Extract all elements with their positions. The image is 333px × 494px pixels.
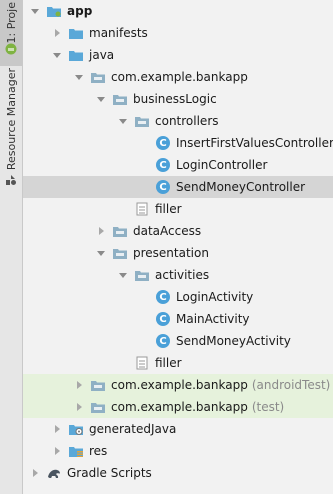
tree-item-presentation[interactable]: presentation xyxy=(23,242,333,264)
expand-arrow-icon[interactable] xyxy=(30,6,40,16)
module-folder-icon xyxy=(46,4,62,18)
tree-item-label: businessLogic xyxy=(133,92,217,106)
tree-item-controllers[interactable]: controllers xyxy=(23,110,333,132)
project-tool-window: 1: Proje Resource Manager app manifests … xyxy=(0,0,333,494)
package-icon xyxy=(90,378,106,392)
tab-resource-manager-label: Resource Manager xyxy=(4,68,18,171)
tree-item-package-bankapp[interactable]: com.example.bankapp xyxy=(23,66,333,88)
tree-item-label: InsertFirstValuesController xyxy=(176,136,333,150)
tree-item-label: generatedJava xyxy=(89,422,177,436)
package-icon xyxy=(134,114,150,128)
tree-item-label: presentation xyxy=(133,246,209,260)
package-icon xyxy=(112,246,128,260)
class-icon: C xyxy=(156,312,170,326)
tree-item-label: com.example.bankapp xyxy=(111,378,248,392)
tree-item-insertfirstvaluescontroller[interactable]: C InsertFirstValuesController xyxy=(23,132,333,154)
tree-item-filler[interactable]: filler xyxy=(23,198,333,220)
package-icon xyxy=(90,70,106,84)
tree-item-mainactivity[interactable]: C MainActivity xyxy=(23,308,333,330)
android-icon xyxy=(5,43,17,55)
source-set-suffix: (androidTest) xyxy=(251,378,331,392)
collapsed-arrow-icon[interactable] xyxy=(74,402,84,412)
expand-arrow-icon[interactable] xyxy=(118,270,128,280)
tree-item-label: SendMoneyActivity xyxy=(176,334,291,348)
resource-manager-icon xyxy=(6,175,16,186)
expand-arrow-icon[interactable] xyxy=(96,94,106,104)
tree-item-label: Gradle Scripts xyxy=(67,466,152,480)
tree-item-label: filler xyxy=(155,202,182,216)
generated-folder-icon xyxy=(68,422,84,436)
package-icon xyxy=(134,268,150,282)
expand-arrow-icon[interactable] xyxy=(118,116,128,126)
folder-icon xyxy=(68,26,84,40)
collapsed-arrow-icon[interactable] xyxy=(52,28,62,38)
tree-item-label: manifests xyxy=(89,26,148,40)
tree-item-label: SendMoneyController xyxy=(176,180,306,194)
tree-item-logincontroller[interactable]: C LoginController xyxy=(23,154,333,176)
package-icon xyxy=(112,92,128,106)
collapsed-arrow-icon[interactable] xyxy=(52,446,62,456)
class-icon: C xyxy=(156,290,170,304)
tree-item-label: LoginActivity xyxy=(176,290,254,304)
expand-arrow-icon[interactable] xyxy=(74,72,84,82)
class-icon: C xyxy=(156,158,170,172)
expand-arrow-icon[interactable] xyxy=(52,50,62,60)
tree-item-gradle-scripts[interactable]: Gradle Scripts xyxy=(23,462,333,484)
tab-project[interactable]: 1: Proje xyxy=(0,0,22,66)
tree-item-businesslogic[interactable]: businessLogic xyxy=(23,88,333,110)
tree-item-label: MainActivity xyxy=(176,312,250,326)
tree-item-label: LoginController xyxy=(176,158,268,172)
file-icon xyxy=(134,202,150,216)
class-icon: C xyxy=(156,136,170,150)
tree-item-label: dataAccess xyxy=(133,224,202,238)
tree-item-java[interactable]: java xyxy=(23,44,333,66)
tree-item-filler[interactable]: filler xyxy=(23,352,333,374)
collapsed-arrow-icon[interactable] xyxy=(74,380,84,390)
expand-arrow-icon[interactable] xyxy=(96,248,106,258)
collapsed-arrow-icon[interactable] xyxy=(52,424,62,434)
file-icon xyxy=(134,356,150,370)
tree-item-label: filler xyxy=(155,356,182,370)
tree-item-activities[interactable]: activities xyxy=(23,264,333,286)
tab-project-label: 1: Proje xyxy=(4,2,18,44)
tree-item-label: controllers xyxy=(155,114,219,128)
tree-item-app[interactable]: app xyxy=(23,0,333,22)
package-icon xyxy=(90,400,106,414)
tree-item-label: res xyxy=(89,444,108,458)
tree-item-manifests[interactable]: manifests xyxy=(23,22,333,44)
package-icon xyxy=(112,224,128,238)
collapsed-arrow-icon[interactable] xyxy=(30,468,40,478)
tab-resource-manager[interactable]: Resource Manager xyxy=(0,68,22,208)
resource-folder-icon xyxy=(68,444,84,458)
class-icon: C xyxy=(156,334,170,348)
tree-item-generatedjava[interactable]: generatedJava xyxy=(23,418,333,440)
tree-item-res[interactable]: res xyxy=(23,440,333,462)
tree-item-sendmoneycontroller[interactable]: C SendMoneyController xyxy=(23,176,333,198)
tree-item-label: activities xyxy=(155,268,210,282)
tree-item-dataaccess[interactable]: dataAccess xyxy=(23,220,333,242)
project-tree: app manifests java com.example.bankapp b… xyxy=(23,0,333,494)
source-set-suffix: (test) xyxy=(251,400,285,414)
tree-item-loginactivity[interactable]: C LoginActivity xyxy=(23,286,333,308)
gradle-icon xyxy=(46,466,62,480)
tree-item-label: com.example.bankapp xyxy=(111,70,248,84)
tree-item-label: app xyxy=(67,4,93,18)
class-icon: C xyxy=(156,180,170,194)
tree-item-package-androidtest[interactable]: com.example.bankapp (androidTest) xyxy=(23,374,333,396)
collapsed-arrow-icon[interactable] xyxy=(96,226,106,236)
tree-item-label: java xyxy=(89,48,115,62)
tree-item-label: com.example.bankapp xyxy=(111,400,248,414)
tree-item-sendmoneyactivity[interactable]: C SendMoneyActivity xyxy=(23,330,333,352)
tree-item-package-test[interactable]: com.example.bankapp (test) xyxy=(23,396,333,418)
folder-icon xyxy=(68,48,84,62)
tool-window-strip: 1: Proje Resource Manager xyxy=(0,0,23,494)
